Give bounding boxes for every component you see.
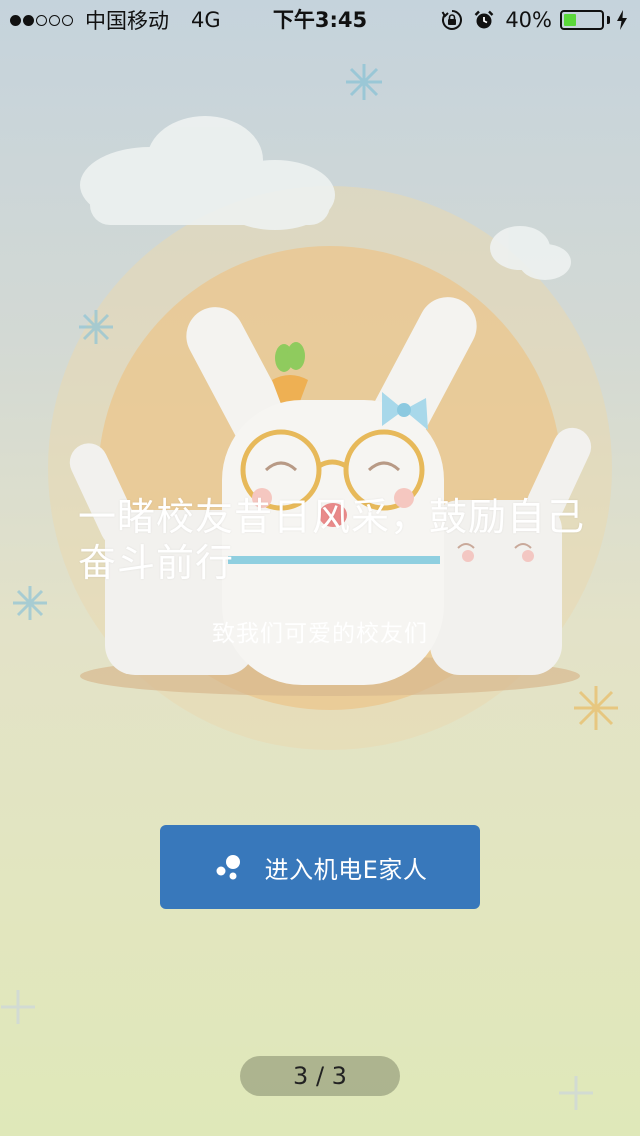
intro-headline: 一睹校友昔日风采，鼓励自己奋斗前行 xyxy=(78,495,586,585)
cloud-left xyxy=(80,116,335,230)
battery-icon xyxy=(560,10,604,30)
enter-app-label: 进入机电E家人 xyxy=(264,855,428,884)
status-left: 中国移动 4G xyxy=(10,0,221,40)
battery-percent: 40% xyxy=(505,8,552,32)
carrier-name: 中国移动 xyxy=(85,9,169,33)
battery-level-fill xyxy=(564,14,576,26)
orientation-lock-icon xyxy=(441,10,463,30)
alarm-clock-icon xyxy=(474,10,494,29)
page-indicator: 3 / 3 xyxy=(240,1056,400,1096)
charging-bolt-icon xyxy=(617,10,627,30)
sparkle-top xyxy=(346,64,382,100)
network-type: 4G xyxy=(191,8,221,32)
battery-cap xyxy=(607,16,610,24)
bubbles-icon xyxy=(216,855,240,880)
status-bar: 中国移动 4G 下午3:45 40% xyxy=(0,0,640,40)
status-right: 40% xyxy=(441,0,628,40)
sparkle-right xyxy=(574,686,618,730)
bunny-illustration xyxy=(1,64,618,1110)
signal-dots-icon xyxy=(10,14,75,26)
intro-subtitle: 致我们可爱的校友们 xyxy=(212,621,428,647)
sparkle-left xyxy=(79,310,113,344)
enter-app-button[interactable]: 进入机电E家人 xyxy=(160,825,480,909)
